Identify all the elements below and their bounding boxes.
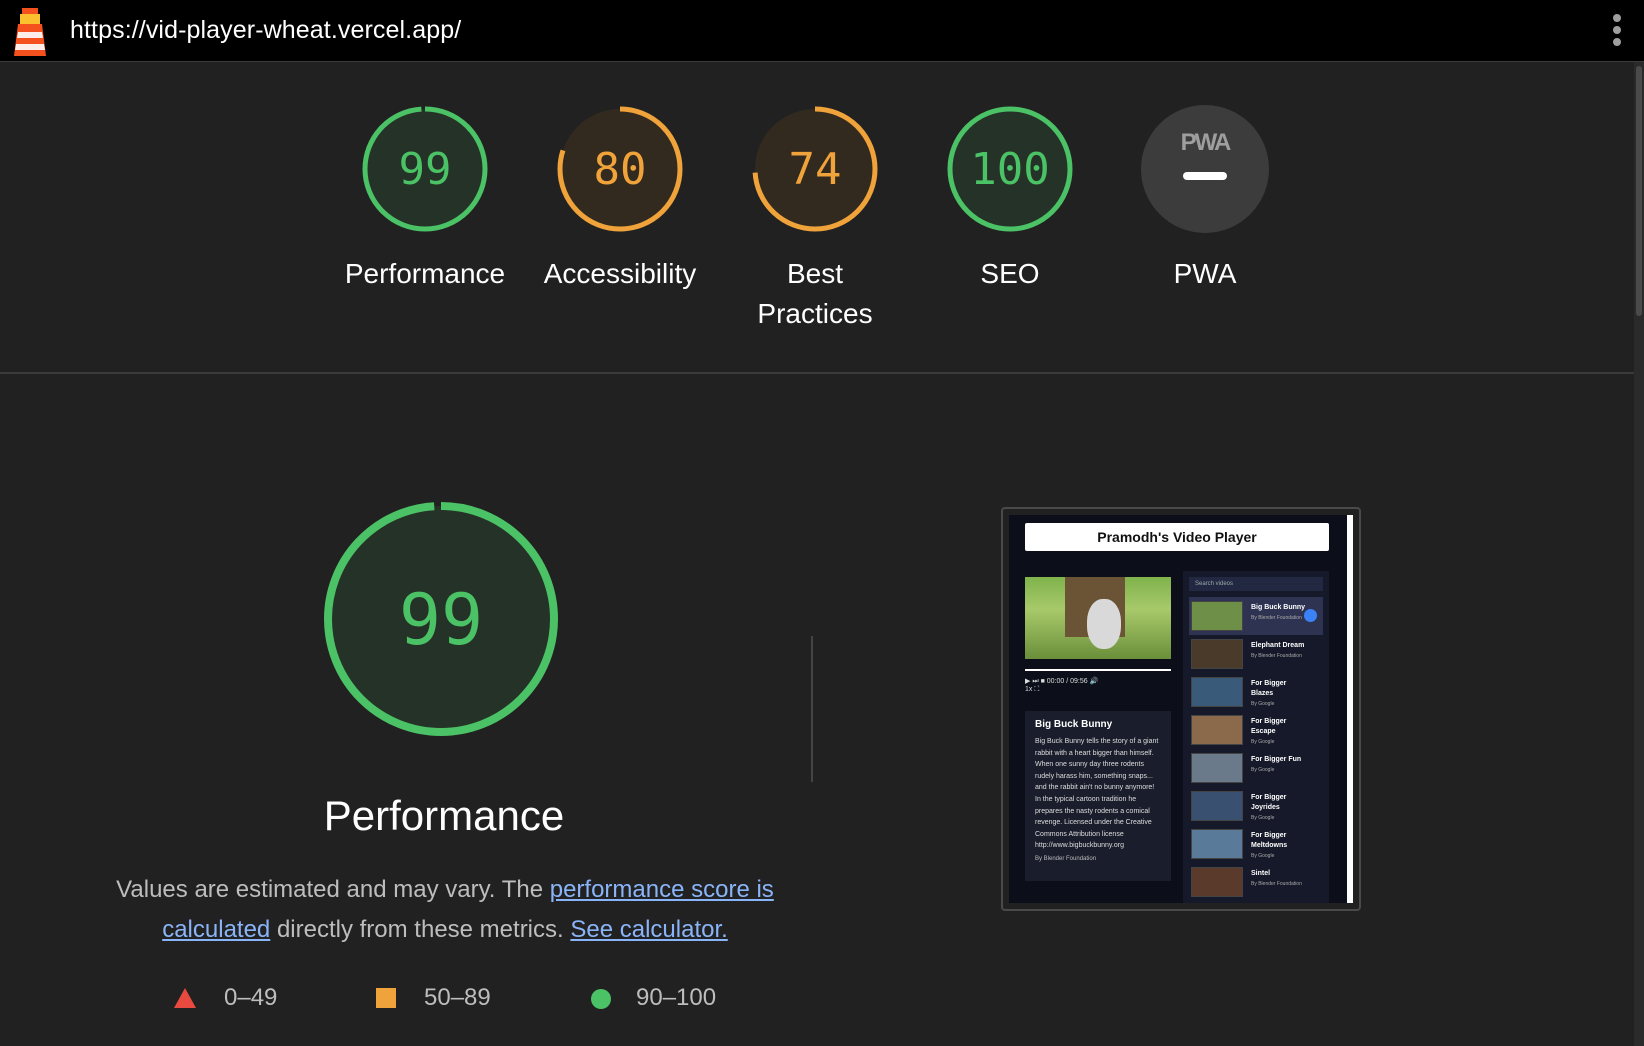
video-item-name: For Bigger Escape [1251, 718, 1287, 735]
page-screenshot[interactable]: Pramodh's Video Player ▶ ⏭ ■ 00:00 / 09:… [1001, 507, 1361, 911]
video-speed: 1x [1025, 686, 1033, 693]
video-item-author: By Blender Foundation [1251, 881, 1302, 887]
screenshot-content: Pramodh's Video Player ▶ ⏭ ■ 00:00 / 09:… [1009, 515, 1353, 903]
performance-title: Performance [323, 792, 565, 839]
video-item-author: By Google [1251, 767, 1275, 773]
video-list-item: For Bigger Joyrides By Google [1189, 787, 1323, 825]
best-practices-label: Best Practices [757, 258, 873, 329]
video-item-name: For Bigger Meltdowns [1251, 832, 1288, 849]
play-icon [1304, 609, 1317, 622]
video-item-author: By Google [1251, 815, 1275, 821]
gauge-performance[interactable]: 99 Performance [335, 104, 515, 294]
legend-fail-range: 0–49 [224, 984, 278, 1011]
accessibility-score-value: 80 [594, 144, 647, 195]
video-time: 00:00 / 09:56 [1046, 678, 1088, 685]
video-thumbnail [1191, 753, 1243, 783]
performance-score-ring: 99 [362, 106, 488, 232]
average-square-icon [376, 988, 396, 1008]
video-list: Search videos Big Buck Bunny By Blender … [1183, 571, 1329, 903]
legend-average-range: 50–89 [424, 984, 491, 1011]
video-list-item: Elephant Dream By Blender Foundation [1189, 635, 1323, 673]
video-description: Big Buck Bunny tells the story of a gian… [1035, 738, 1159, 850]
page-scrollbar[interactable] [1634, 62, 1644, 1046]
video-item-name: For Bigger Fun [1251, 756, 1302, 763]
video-item-author: By Google [1251, 701, 1275, 707]
gauge-pwa[interactable]: PWA PWA [1115, 104, 1295, 294]
section-divider [0, 372, 1634, 374]
video-item-name: Sintel [1251, 870, 1271, 877]
video-thumbnail [1191, 791, 1243, 821]
gauge-seo[interactable]: 100 SEO [920, 104, 1100, 294]
video-list-item: For Bigger Blazes By Google [1189, 673, 1323, 711]
video-thumbnail [1191, 715, 1243, 745]
video-item-author: By Google [1251, 853, 1275, 859]
gauge-best-practices[interactable]: 74 Best Practices [725, 104, 905, 334]
desc-mid: directly from these metrics. [270, 916, 571, 943]
video-list-item: Big Buck Bunny By Blender Foundation [1189, 597, 1323, 635]
video-progress [1025, 669, 1171, 671]
video-item-author: By Google [1251, 739, 1275, 745]
pwa-label: PWA [1173, 258, 1237, 289]
performance-big-gauge: 99 [324, 502, 558, 736]
video-item-name: Big Buck Bunny [1251, 604, 1306, 611]
pwa-icon: PWA [1141, 105, 1269, 233]
screenshot-scrollbar [1347, 515, 1353, 903]
lighthouse-logo-icon [14, 8, 46, 56]
legend-pass-range: 90–100 [636, 984, 717, 1011]
fail-triangle-icon [174, 988, 196, 1008]
screenshot-app-title: Pramodh's Video Player [1025, 523, 1329, 551]
video-description-box: Big Buck Bunny Big Buck Bunny tells the … [1025, 711, 1171, 881]
more-options-icon[interactable] [1612, 14, 1622, 48]
video-item-name: For Bigger Blazes [1251, 680, 1287, 697]
video-item-author: By Blender Foundation [1251, 653, 1302, 659]
desc-prefix: Values are estimated and may vary. The [116, 876, 550, 903]
address-bar: https://vid-player-wheat.vercel.app/ [0, 0, 1644, 62]
video-thumbnail [1191, 867, 1243, 897]
performance-label: Performance [344, 258, 506, 289]
gauge-accessibility[interactable]: 80 Accessibility [530, 104, 710, 294]
best-practices-score-ring: 74 [752, 106, 878, 232]
seo-score-ring: 100 [947, 106, 1073, 232]
best-practices-score-value: 74 [789, 144, 842, 195]
see-calculator-link[interactable]: See calculator. [570, 916, 727, 943]
performance-score-value: 99 [399, 144, 452, 195]
seo-score-value: 100 [970, 144, 1049, 195]
video-item-author: By Blender Foundation [1251, 615, 1302, 621]
page-url: https://vid-player-wheat.vercel.app/ [70, 16, 462, 44]
accessibility-label: Accessibility [543, 258, 697, 289]
performance-description: Values are estimated and may vary. The p… [110, 870, 780, 950]
vertical-divider [811, 636, 813, 782]
video-author: By Blender Foundation [1035, 855, 1097, 862]
seo-label: SEO [980, 258, 1040, 289]
video-thumbnail [1191, 601, 1243, 631]
video-list-item: For Bigger Fun By Google [1189, 749, 1323, 787]
video-thumbnail [1191, 639, 1243, 669]
video-thumbnail [1191, 829, 1243, 859]
pass-circle-icon [591, 989, 611, 1009]
video-controls: ▶ ⏭ ■ 00:00 / 09:56 🔊 1x ⛶ [1025, 678, 1099, 693]
video-list-item: Sintel By Blender Foundation [1189, 863, 1323, 901]
video-list-item: For Bigger Escape By Google [1189, 711, 1323, 749]
video-item-name: For Bigger Joyrides [1251, 794, 1287, 811]
video-frame [1025, 577, 1171, 659]
video-item-name: Elephant Dream [1251, 642, 1305, 649]
video-list-item: For Bigger Meltdowns By Google [1189, 825, 1323, 863]
search-videos-input: Search videos [1189, 577, 1323, 591]
video-thumbnail [1191, 677, 1243, 707]
svg-text:PWA: PWA [1181, 129, 1231, 156]
accessibility-score-ring: 80 [557, 106, 683, 232]
performance-big-score: 99 [399, 579, 483, 661]
scrollbar-thumb[interactable] [1636, 66, 1642, 316]
video-title: Big Buck Bunny [1035, 719, 1113, 730]
